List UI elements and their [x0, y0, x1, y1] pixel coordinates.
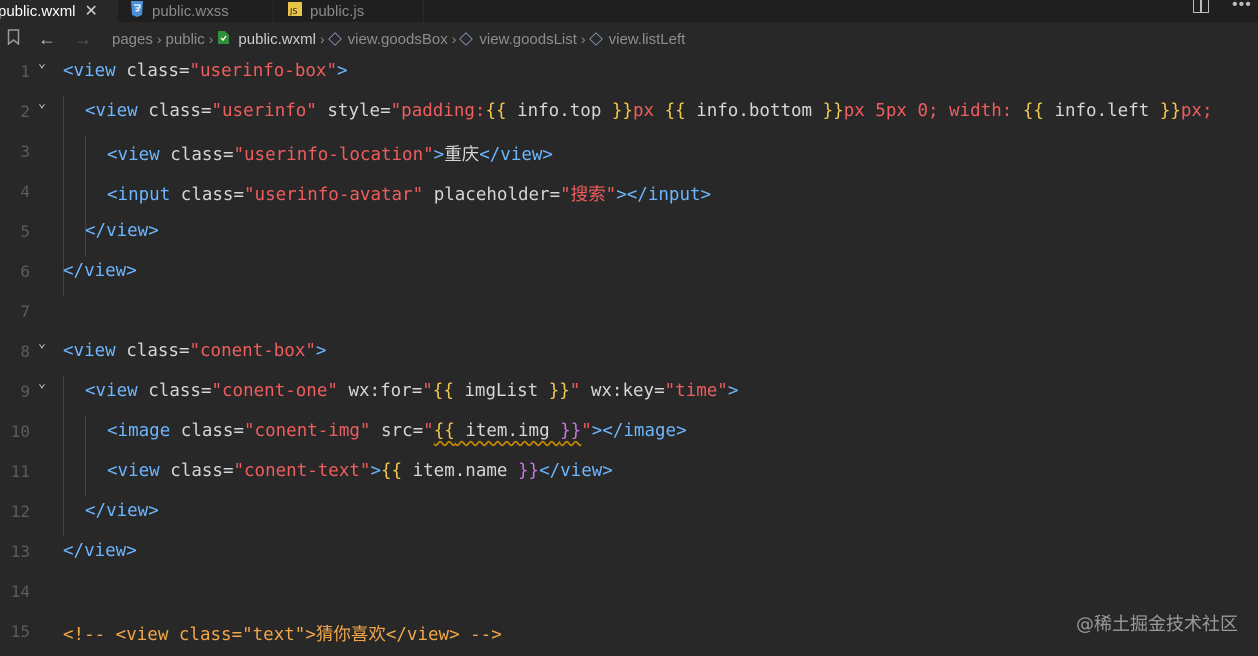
- breadcrumb-item-goodslist[interactable]: view.goodsList: [459, 30, 577, 48]
- code-text: <view class="conent-box">: [63, 341, 327, 361]
- code-text: <image class="conent-img" src="{{ item.i…: [107, 421, 687, 441]
- code-line-10: 10 <image class="conent-img" src="{{ ite…: [0, 416, 1258, 456]
- line-number: 15: [10, 622, 30, 641]
- split-editor-icon[interactable]: [1193, 0, 1209, 13]
- code-line-2: 2 ⌄ <view class="userinfo" style="paddin…: [0, 96, 1258, 136]
- line-number: 3: [20, 142, 30, 161]
- line-number: 7: [20, 302, 30, 321]
- tab-label: public.wxml: [0, 2, 76, 20]
- code-line-4: 4 <input class="userinfo-avatar" placeho…: [0, 176, 1258, 216]
- code-line-1: 1 ⌄ <view class="userinfo-box">: [0, 56, 1258, 96]
- code-text: <view class="userinfo" style="padding:{{…: [85, 101, 1213, 121]
- close-tab-icon[interactable]: ✕: [85, 1, 98, 21]
- line-number: 13: [10, 542, 30, 561]
- breadcrumb-label: view.goodsList: [479, 30, 577, 48]
- back-icon[interactable]: ←: [38, 29, 56, 50]
- code-comment: <!-- <view class="text">猜你喜欢</view> -->: [63, 625, 502, 645]
- tab-label: public.wxss: [152, 2, 229, 20]
- svg-text:JS: JS: [289, 7, 297, 16]
- line-number: 8: [20, 342, 30, 361]
- editor-tab-bar: public.wxml ✕ public.wxss JS public.js •…: [0, 0, 1258, 22]
- code-line-13: 13 </view>: [0, 536, 1258, 576]
- line-number: 14: [10, 582, 30, 601]
- code-line-12: 12 </view>: [0, 496, 1258, 536]
- code-line-3: 3 <view class="userinfo-location">重庆</vi…: [0, 136, 1258, 176]
- code-line-7: 7: [0, 296, 1258, 336]
- breadcrumb-label: view.goodsBox: [347, 30, 448, 48]
- breadcrumb-label: view.listLeft: [608, 30, 686, 48]
- line-number: 4: [20, 182, 30, 201]
- chevron-right-icon: ›: [319, 31, 325, 47]
- line-number: 5: [20, 222, 30, 241]
- code-text: </view>: [63, 261, 137, 281]
- fold-chevron-icon[interactable]: ⌄: [38, 96, 46, 111]
- line-number: 12: [10, 502, 30, 521]
- css-file-icon: [130, 1, 144, 21]
- code-line-5: 5 </view>: [0, 216, 1258, 256]
- breadcrumb-item-file[interactable]: public.wxml: [217, 30, 316, 49]
- line-number: 1: [20, 62, 30, 81]
- watermark: @稀土掘金技术社区: [1076, 614, 1238, 635]
- fold-chevron-icon[interactable]: ⌄: [38, 376, 46, 391]
- bookmark-icon[interactable]: [7, 29, 20, 49]
- code-text: <view class="conent-text">{{ item.name }…: [107, 461, 613, 481]
- breadcrumb-label: public.wxml: [238, 30, 316, 48]
- code-editor[interactable]: 1 ⌄ <view class="userinfo-box"> 2 ⌄ <vie…: [0, 56, 1258, 656]
- breadcrumb: ← → pages › public › public.wxml › view.…: [0, 22, 1258, 56]
- element-cube-icon: [588, 32, 603, 46]
- code-text: <view class="userinfo-box">: [63, 61, 348, 81]
- code-line-8: 8 ⌄ <view class="conent-box">: [0, 336, 1258, 376]
- tab-public-wxss[interactable]: public.wxss: [118, 0, 274, 22]
- wxml-file-icon: [217, 30, 230, 49]
- line-number: 11: [10, 462, 30, 481]
- chevron-right-icon: ›: [580, 31, 586, 47]
- code-line-15: 15 <!-- <view class="text">猜你喜欢</view> -…: [0, 616, 1258, 656]
- chevron-right-icon: ›: [156, 31, 162, 47]
- element-cube-icon: [327, 32, 342, 46]
- line-number: 10: [10, 422, 30, 441]
- code-line-11: 11 <view class="conent-text">{{ item.nam…: [0, 456, 1258, 496]
- tab-label: public.js: [310, 2, 365, 20]
- code-text: </view>: [63, 541, 137, 561]
- breadcrumb-item-listleft[interactable]: view.listLeft: [588, 30, 686, 48]
- js-file-icon: JS: [288, 2, 302, 20]
- code-text: </view>: [85, 221, 159, 241]
- element-cube-icon: [459, 32, 474, 46]
- breadcrumb-label: public: [165, 30, 205, 48]
- code-line-14: 14: [0, 576, 1258, 616]
- code-text: <view class="userinfo-location">重庆</view…: [107, 145, 553, 165]
- forward-icon[interactable]: →: [74, 29, 92, 50]
- code-text: </view>: [85, 501, 159, 521]
- chevron-right-icon: ›: [208, 31, 214, 47]
- code-text: <view class="conent-one" wx:for="{{ imgL…: [85, 381, 739, 401]
- breadcrumb-item-public[interactable]: public: [166, 31, 205, 48]
- chevron-right-icon: ›: [451, 31, 457, 47]
- code-text: <input class="userinfo-avatar" placehold…: [107, 185, 712, 205]
- tab-public-wxml[interactable]: public.wxml ✕: [0, 0, 118, 22]
- line-number: 6: [20, 262, 30, 281]
- line-number: 9: [20, 382, 30, 401]
- line-number: 2: [20, 102, 30, 121]
- fold-chevron-icon[interactable]: ⌄: [38, 336, 46, 351]
- breadcrumb-item-goodsbox[interactable]: view.goodsBox: [327, 30, 448, 48]
- code-line-6: 6 </view>: [0, 256, 1258, 296]
- tab-public-js[interactable]: JS public.js: [274, 0, 424, 22]
- breadcrumb-item-pages[interactable]: pages: [112, 31, 153, 48]
- breadcrumb-label: pages: [112, 30, 153, 48]
- fold-chevron-icon[interactable]: ⌄: [38, 56, 46, 71]
- code-line-9: 9 ⌄ <view class="conent-one" wx:for="{{ …: [0, 376, 1258, 416]
- more-actions-icon[interactable]: •••: [1232, 0, 1252, 14]
